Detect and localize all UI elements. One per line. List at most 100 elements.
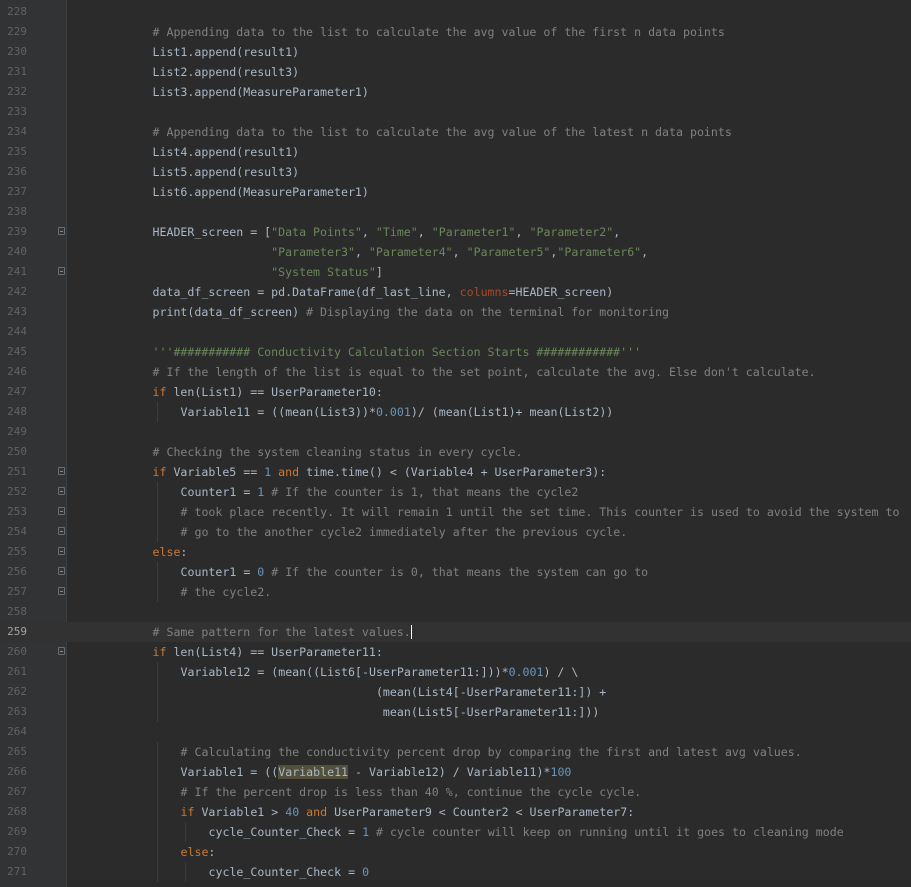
code-line[interactable]: 231 List2.append(result3) bbox=[0, 62, 911, 82]
code-line[interactable]: 235 List4.append(result1) bbox=[0, 142, 911, 162]
code-text[interactable]: print(data_df_screen) # Displaying the d… bbox=[153, 305, 670, 319]
code-line[interactable]: 250 # Checking the system cleaning status… bbox=[0, 442, 911, 462]
code-line[interactable]: 233 bbox=[0, 102, 911, 122]
code-text[interactable]: Variable11 = ((mean(List3))*0.001)/ (mea… bbox=[181, 405, 614, 419]
code-line[interactable]: 267 # If the percent drop is less than 40… bbox=[0, 782, 911, 802]
code-token: , bbox=[515, 225, 530, 239]
code-text[interactable]: # go to the another cycle2 immediately a… bbox=[181, 525, 628, 539]
code-line[interactable]: 246 # If the length of the list is equal … bbox=[0, 362, 911, 382]
code-text[interactable]: Variable1 = ((Variable11 - Variable12) /… bbox=[181, 765, 571, 779]
fold-marker-icon[interactable] bbox=[58, 267, 65, 275]
code-line[interactable]: 253 # took place recently. It will remain… bbox=[0, 502, 911, 522]
code-text[interactable]: List1.append(result1) bbox=[153, 45, 300, 59]
code-line[interactable]: 262 (mean(List4[-UserParameter11:]) + bbox=[0, 682, 911, 702]
code-text[interactable]: HEADER_screen = ["Data Points", "Time", … bbox=[153, 225, 621, 239]
fold-marker-icon[interactable] bbox=[58, 587, 65, 595]
code-text[interactable]: else: bbox=[181, 845, 216, 859]
code-text[interactable]: if Variable5 == 1 and time.time() < (Var… bbox=[153, 465, 607, 479]
code-line[interactable]: 254 # go to the another cycle2 immediatel… bbox=[0, 522, 911, 542]
code-line[interactable]: 266 Variable1 = ((Variable11 - Variable12… bbox=[0, 762, 911, 782]
code-text[interactable]: cycle_Counter_Check = 0 bbox=[209, 865, 370, 879]
fold-marker-icon[interactable] bbox=[58, 227, 65, 235]
code-line[interactable]: 236 List5.append(result3) bbox=[0, 162, 911, 182]
fold-marker-icon[interactable] bbox=[58, 507, 65, 515]
code-line[interactable]: 263 mean(List5[-UserParameter11:])) bbox=[0, 702, 911, 722]
code-text[interactable]: if Variable1 > 40 and UserParameter9 < C… bbox=[181, 805, 635, 819]
code-token: ] bbox=[375, 265, 383, 279]
fold-marker-icon[interactable] bbox=[58, 647, 65, 655]
code-line[interactable]: 252 Counter1 = 1 # If the counter is 1, t… bbox=[0, 482, 911, 502]
code-text[interactable]: # Calculating the conductivity percent d… bbox=[181, 745, 802, 759]
code-line[interactable]: 251 if Variable5 == 1 and time.time() < (… bbox=[0, 462, 911, 482]
code-text[interactable]: (mean(List4[-UserParameter11:]) + bbox=[181, 685, 606, 699]
code-text[interactable]: # Checking the system cleaning status in… bbox=[153, 445, 523, 459]
indent-guide bbox=[156, 802, 158, 822]
code-text[interactable]: if len(List4) == UserParameter11: bbox=[153, 645, 383, 659]
code-text[interactable]: List5.append(result3) bbox=[153, 165, 300, 179]
code-line[interactable]: 265 # Calculating the conductivity percen… bbox=[0, 742, 911, 762]
code-line[interactable]: 243 print(data_df_screen) # Displaying th… bbox=[0, 302, 911, 322]
code-text[interactable]: else: bbox=[153, 545, 188, 559]
code-line[interactable]: 268 if Variable1 > 40 and UserParameter9 … bbox=[0, 802, 911, 822]
code-line[interactable]: 259 # Same pattern for the latest values. bbox=[0, 622, 911, 642]
code-text[interactable]: Counter1 = 1 # If the counter is 1, that… bbox=[181, 485, 579, 499]
code-line[interactable]: 248 Variable11 = ((mean(List3))*0.001)/ (… bbox=[0, 402, 911, 422]
code-text[interactable]: mean(List5[-UserParameter11:])) bbox=[181, 705, 599, 719]
code-line[interactable]: 269 cycle_Counter_Check = 1 # cycle count… bbox=[0, 822, 911, 842]
code-line[interactable]: 239 HEADER_screen = ["Data Points", "Time… bbox=[0, 222, 911, 242]
code-text[interactable]: # Appending data to the list to calculat… bbox=[153, 25, 725, 39]
code-line[interactable]: 270 else: bbox=[0, 842, 911, 862]
code-line[interactable]: 247 if len(List1) == UserParameter10: bbox=[0, 382, 911, 402]
code-line[interactable]: 261 Variable12 = (mean((List6[-UserParame… bbox=[0, 662, 911, 682]
code-line[interactable]: 245 '''########### Conductivity Calculati… bbox=[0, 342, 911, 362]
code-line[interactable]: 255 else: bbox=[0, 542, 911, 562]
code-token: "Parameter4" bbox=[368, 245, 453, 259]
code-editor[interactable]: 228 229 # Appending data to the list to ca… bbox=[0, 0, 911, 887]
code-text[interactable]: # the cycle2. bbox=[181, 585, 272, 599]
code-line[interactable]: 257 # the cycle2. bbox=[0, 582, 911, 602]
code-token: , bbox=[361, 225, 376, 239]
code-text[interactable]: List4.append(result1) bbox=[153, 145, 300, 159]
code-text[interactable]: List2.append(result3) bbox=[153, 65, 300, 79]
code-text[interactable]: if len(List1) == UserParameter10: bbox=[153, 385, 383, 399]
code-line[interactable]: 234 # Appending data to the list to calcu… bbox=[0, 122, 911, 142]
code-text[interactable]: cycle_Counter_Check = 1 # cycle counter … bbox=[209, 825, 844, 839]
code-text[interactable]: # took place recently. It will remain 1 … bbox=[181, 505, 900, 519]
code-text[interactable]: Variable12 = (mean((List6[-UserParameter… bbox=[181, 665, 579, 679]
line-number: 264 bbox=[7, 725, 27, 738]
fold-marker-icon[interactable] bbox=[58, 467, 65, 475]
code-line[interactable]: 232 List3.append(MeasureParameter1) bbox=[0, 82, 911, 102]
code-line[interactable]: 264 bbox=[0, 722, 911, 742]
code-token: "Parameter1" bbox=[431, 225, 516, 239]
code-line[interactable]: 260 if len(List4) == UserParameter11: bbox=[0, 642, 911, 662]
code-line[interactable]: 240 "Parameter3", "Parameter4", "Paramet… bbox=[0, 242, 911, 262]
code-line[interactable]: 228 bbox=[0, 2, 911, 22]
code-text[interactable]: List3.append(MeasureParameter1) bbox=[153, 85, 369, 99]
code-line[interactable]: 271 cycle_Counter_Check = 0 bbox=[0, 862, 911, 882]
line-number: 248 bbox=[7, 405, 27, 418]
code-line[interactable]: 256 Counter1 = 0 # If the counter is 0, t… bbox=[0, 562, 911, 582]
code-text[interactable]: # If the length of the list is equal to … bbox=[153, 365, 816, 379]
code-line[interactable]: 238 bbox=[0, 202, 911, 222]
code-text[interactable]: List6.append(MeasureParameter1) bbox=[153, 185, 369, 199]
code-line[interactable]: 258 bbox=[0, 602, 911, 622]
code-line[interactable]: 242 data_df_screen = pd.DataFrame(df_last… bbox=[0, 282, 911, 302]
code-text[interactable]: # If the percent drop is less than 40 %,… bbox=[181, 785, 642, 799]
code-text[interactable]: data_df_screen = pd.DataFrame(df_last_li… bbox=[153, 285, 614, 299]
code-text[interactable]: # Appending data to the list to calculat… bbox=[153, 125, 732, 139]
code-text[interactable]: # Same pattern for the latest values. bbox=[153, 625, 412, 639]
code-line[interactable]: 237 List6.append(MeasureParameter1) bbox=[0, 182, 911, 202]
code-text[interactable]: "Parameter3", "Parameter4", "Parameter5"… bbox=[153, 245, 648, 259]
code-line[interactable]: 249 bbox=[0, 422, 911, 442]
code-line[interactable]: 230 List1.append(result1) bbox=[0, 42, 911, 62]
fold-marker-icon[interactable] bbox=[58, 487, 65, 495]
fold-marker-icon[interactable] bbox=[58, 567, 65, 575]
fold-marker-icon[interactable] bbox=[58, 547, 65, 555]
code-text[interactable]: Counter1 = 0 # If the counter is 0, that… bbox=[181, 565, 649, 579]
code-text[interactable]: '''########### Conductivity Calculation … bbox=[153, 345, 642, 359]
code-line[interactable]: 244 bbox=[0, 322, 911, 342]
code-text[interactable]: "System Status"] bbox=[153, 265, 383, 279]
code-line[interactable]: 229 # Appending data to the list to calcu… bbox=[0, 22, 911, 42]
code-line[interactable]: 241 "System Status"] bbox=[0, 262, 911, 282]
fold-marker-icon[interactable] bbox=[58, 527, 65, 535]
